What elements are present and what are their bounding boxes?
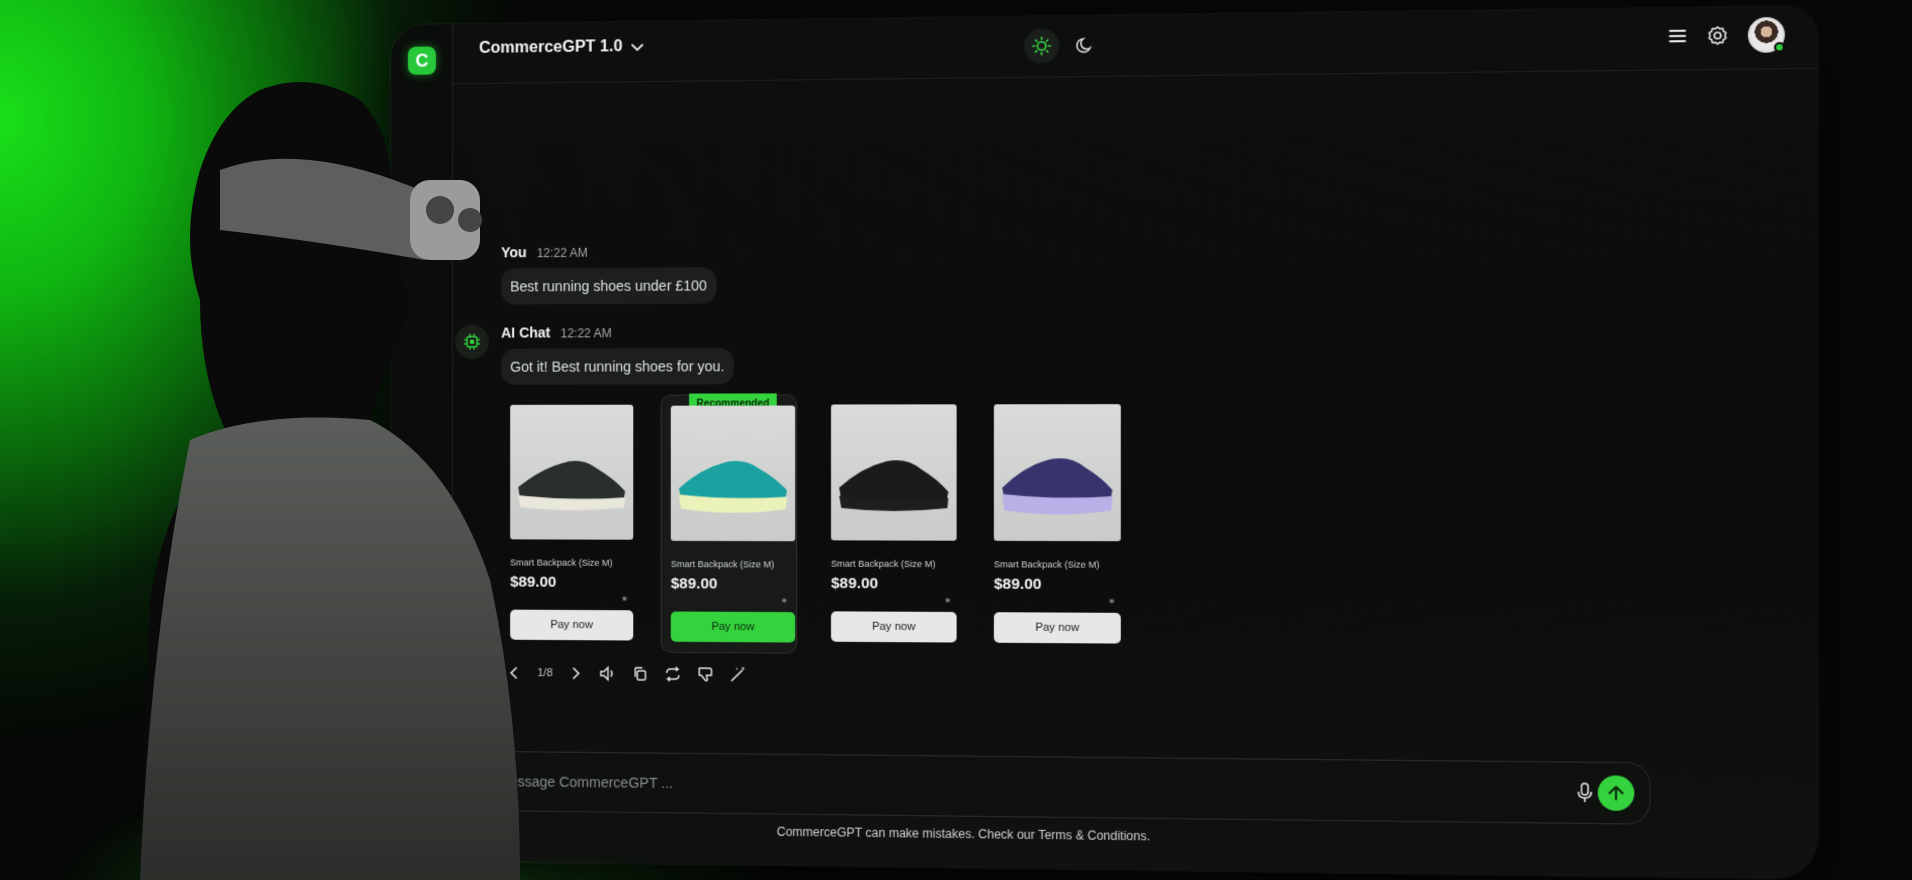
- store-icon: ◉: [1109, 598, 1115, 605]
- user-avatar[interactable]: [1747, 16, 1785, 53]
- paperclip-icon[interactable]: [470, 770, 488, 795]
- model-selector[interactable]: CommerceGPT 1.0: [479, 38, 645, 58]
- product-price: $89.00: [831, 574, 879, 593]
- product-card: Smart Backpack (Size M) $89.00 ◉ Pay now: [822, 394, 960, 655]
- product-name: Smart Backpack (Size M): [831, 558, 936, 570]
- top-right-actions: [1668, 16, 1785, 54]
- pay-now-button[interactable]: Pay now: [670, 611, 796, 643]
- product-image: [510, 404, 634, 540]
- shoe-upper: [678, 461, 787, 502]
- product-name: Smart Backpack (Size M): [993, 559, 1100, 570]
- response-toolbar: 1/8: [501, 664, 1124, 687]
- store-icon: ◉: [945, 597, 951, 604]
- copy-icon[interactable]: [632, 665, 650, 683]
- product-price: $89.00: [670, 575, 718, 593]
- shoe-upper: [518, 460, 626, 503]
- top-bar: CommerceGPT 1.0: [452, 6, 1818, 85]
- chip-icon: [462, 332, 482, 352]
- product-image: [831, 404, 957, 541]
- product-image: [670, 405, 796, 542]
- arrow-up-icon: [1606, 784, 1625, 803]
- product-image: [993, 404, 1121, 542]
- menu-icon[interactable]: [1668, 28, 1687, 45]
- thumbs-down-icon[interactable]: [696, 665, 714, 683]
- chevron-down-icon: [631, 40, 645, 54]
- theme-toggle: [1023, 28, 1103, 64]
- product-carousel: Smart Backpack (Size M) $89.00 ◉ Pay now…: [501, 393, 1124, 656]
- microphone-icon[interactable]: [1576, 781, 1593, 809]
- product-card-recommended: Recommended Smart Backpack (Size M) $89.…: [660, 393, 798, 654]
- pay-now-button[interactable]: Pay now: [510, 609, 634, 641]
- chat-thread: You 12:22 AM Best running shoes under £1…: [454, 240, 1124, 687]
- product-name: Smart Backpack (Size M): [670, 559, 775, 570]
- user-author: You: [501, 244, 527, 261]
- ai-message: AI Chat 12:22 AM Got it! Best running sh…: [454, 322, 1124, 385]
- chevron-left-icon[interactable]: [505, 664, 523, 682]
- online-status-dot: [1773, 42, 1785, 53]
- shoe-upper: [839, 460, 949, 503]
- app-logo[interactable]: C: [407, 46, 436, 75]
- side-rail: C: [391, 24, 453, 861]
- magic-wand-icon[interactable]: [729, 665, 747, 683]
- sun-icon: [1031, 36, 1052, 57]
- product-price: $89.00: [993, 575, 1042, 594]
- ai-timestamp: 12:22 AM: [560, 326, 612, 341]
- refresh-icon[interactable]: [664, 665, 682, 683]
- disclaimer-text: CommerceGPT can make mistakes. Check our…: [776, 824, 1151, 844]
- moon-icon: [1076, 36, 1095, 55]
- logo-letter: C: [415, 50, 429, 71]
- shoe-upper: [1002, 458, 1113, 501]
- user-bubble: Best running shoes under £100: [501, 267, 717, 305]
- pay-now-button[interactable]: Pay now: [993, 612, 1121, 644]
- product-name: Smart Backpack (Size M): [510, 557, 613, 568]
- product-price: $89.00: [510, 573, 557, 591]
- speaker-icon[interactable]: [599, 664, 617, 682]
- user-timestamp: 12:22 AM: [536, 245, 588, 261]
- dark-mode-button[interactable]: [1068, 28, 1103, 63]
- store-icon: ◉: [781, 597, 787, 605]
- chevron-right-icon[interactable]: [567, 664, 585, 682]
- pay-now-button[interactable]: Pay now: [831, 611, 957, 643]
- ai-bubble: Got it! Best running shoes for you.: [501, 347, 734, 385]
- message-input[interactable]: [498, 766, 1515, 808]
- product-card: Smart Backpack (Size M) $89.00 ◉ Pay now: [501, 395, 636, 653]
- model-name: CommerceGPT 1.0: [479, 38, 623, 57]
- app-window: C CommerceGPT 1.0 You 12:22 AM Best runn…: [391, 6, 1818, 879]
- ai-author: AI Chat: [501, 324, 551, 341]
- send-button[interactable]: [1597, 775, 1635, 812]
- light-mode-button[interactable]: [1023, 28, 1060, 64]
- gear-icon[interactable]: [1707, 25, 1729, 46]
- message-composer: [454, 750, 1651, 825]
- ai-avatar: [454, 324, 490, 359]
- product-card: Smart Backpack (Size M) $89.00 ◉ Pay now: [985, 394, 1124, 656]
- response-page-count: 1/8: [537, 667, 553, 680]
- store-icon: ◉: [621, 596, 628, 603]
- user-message: You 12:22 AM Best running shoes under £1…: [501, 240, 1124, 305]
